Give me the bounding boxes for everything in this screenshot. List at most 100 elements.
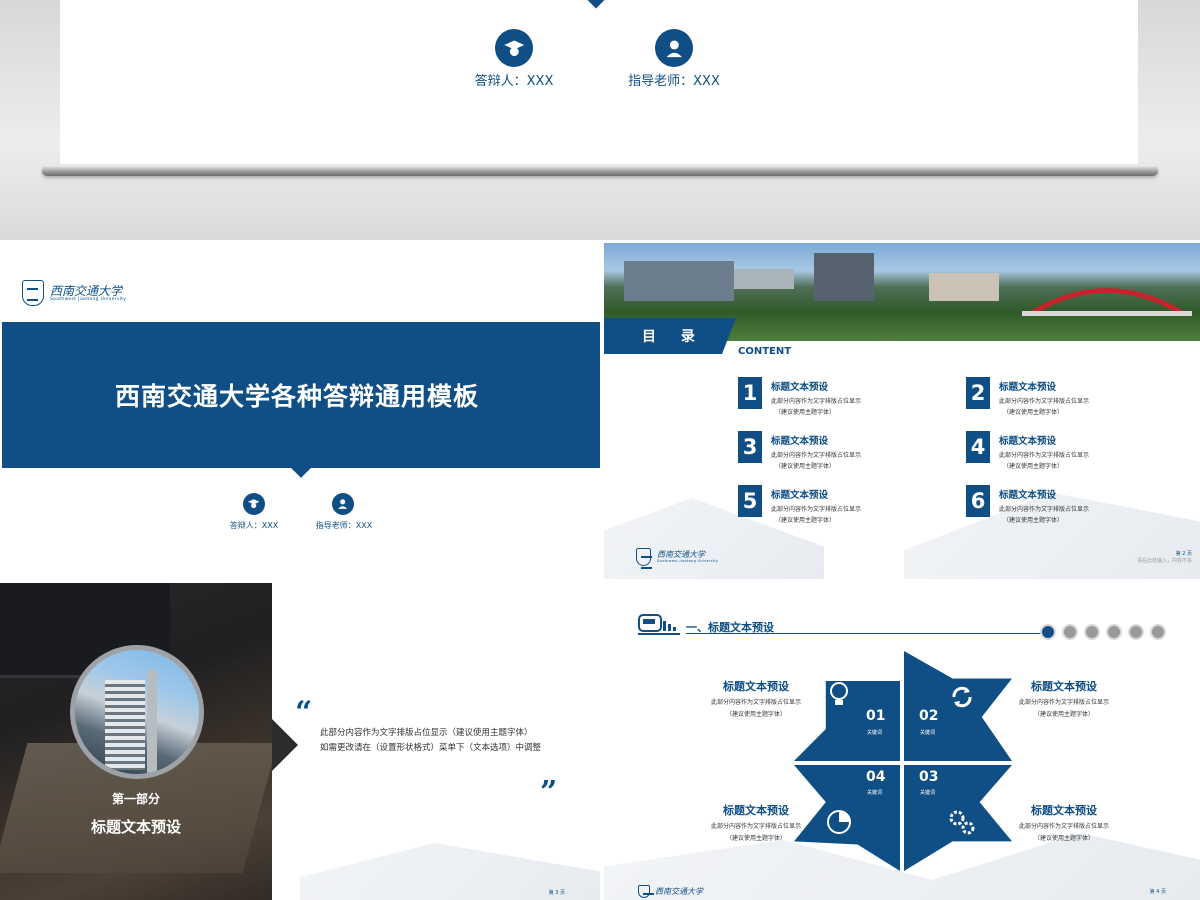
- slide-contents-thumbnail[interactable]: 目 录 CONTENT 1 标题文本预设 此部分内容作为文字排版占位显示 （建议…: [604, 243, 1200, 579]
- toc-desc-2: （建议使用主题字体）: [775, 463, 836, 470]
- toc-number: 3: [738, 431, 762, 463]
- logo-name: 西南交通大学: [50, 283, 123, 298]
- logo-name: 西南交通大学: [657, 550, 705, 559]
- toc-number: 6: [966, 485, 990, 517]
- content-subtitle: CONTENT: [738, 346, 792, 357]
- gears-icon: [949, 810, 975, 835]
- close-quote-icon: ”: [540, 775, 558, 810]
- university-logo: 西南交通大学 Southwest Jiaotong University: [22, 280, 126, 306]
- toc-item[interactable]: 6 标题文本预设 此部分内容作为文字排版占位显示 （建议使用主题字体）: [966, 485, 1089, 524]
- page-number: 第 2 页: [1175, 551, 1192, 557]
- block-keyword: 关键词: [867, 790, 883, 796]
- side-title: 标题文本预设: [1031, 680, 1097, 693]
- side-desc-2: （建议使用主题字体）: [1033, 711, 1094, 718]
- toc-desc: 此部分内容作为文字排版占位显示: [771, 506, 862, 513]
- toc-title: 标题文本预设: [771, 490, 829, 501]
- shelf-bar: [42, 165, 1158, 176]
- tab-edge: [722, 318, 736, 354]
- logo-subtitle: Southwest Jiaotong University: [657, 559, 719, 563]
- building-photo: [70, 645, 204, 779]
- block-number: 04: [866, 769, 886, 785]
- toc-item[interactable]: 5 标题文本预设 此部分内容作为文字排版占位显示 （建议使用主题字体）: [738, 485, 861, 524]
- cover-title: 西南交通大学各种答辩通用模板: [114, 382, 479, 411]
- block-number: 03: [919, 769, 939, 785]
- refresh-icon: [952, 686, 972, 708]
- toc-item[interactable]: 4 标题文本预设 此部分内容作为文字排版占位显示 （建议使用主题字体）: [966, 431, 1089, 470]
- toc-number: 1: [738, 377, 762, 409]
- progress-dot[interactable]: [1062, 624, 1078, 640]
- block-number: 02: [919, 708, 939, 724]
- footer-logo: 西南交通大学 Southwest Jiaotong University: [636, 548, 719, 569]
- page-number: 第 3 页: [548, 890, 565, 896]
- footer-logo: 西南交通大学: [638, 885, 703, 900]
- section-body-line: 此部分内容作为文字排版占位显示（建议使用主题字体）: [320, 728, 533, 738]
- side-desc-2: （建议使用主题字体）: [725, 711, 786, 718]
- logo-name: 西南交通大学: [655, 886, 703, 896]
- toc-title: 标题文本预设: [999, 490, 1057, 501]
- toc-desc: 此部分内容作为文字排版占位显示: [771, 452, 862, 459]
- side-desc: 此部分内容作为文字排版占位显示: [1018, 699, 1109, 706]
- page-indicator: 第 2 页 请在此处输入，内容不多: [1137, 550, 1192, 564]
- toc-item[interactable]: 2 标题文本预设 此部分内容作为文字排版占位显示 （建议使用主题字体）: [966, 377, 1089, 416]
- toc-item[interactable]: 1 标题文本预设 此部分内容作为文字排版占位显示 （建议使用主题字体）: [738, 377, 861, 416]
- toc-desc-2: （建议使用主题字体）: [1003, 463, 1064, 470]
- slide-cover-thumbnail[interactable]: 西南交通大学 Southwest Jiaotong University 西南交…: [0, 241, 600, 579]
- teacher-icon: [655, 29, 693, 67]
- top-banner: 答辩人：XXX 指导老师：XXX: [0, 0, 1200, 240]
- page-note: 请在此处输入，内容不多: [1136, 558, 1192, 564]
- contents-tab: 目 录: [604, 318, 722, 354]
- block-keyword: 关键词: [920, 790, 936, 796]
- side-desc-2: （建议使用主题字体）: [1033, 835, 1094, 842]
- block-keyword: 关键词: [920, 730, 936, 736]
- toc-number: 2: [966, 377, 990, 409]
- block-number: 01: [866, 708, 886, 724]
- title-band: 西南交通大学各种答辩通用模板: [2, 322, 600, 468]
- section-part-label: 第一部分: [111, 792, 160, 806]
- side-title: 标题文本预设: [1031, 804, 1097, 817]
- crest-icon: [636, 548, 652, 569]
- progress-dot[interactable]: [1128, 624, 1144, 640]
- toc-desc: 此部分内容作为文字排版占位显示: [999, 398, 1090, 405]
- section-body: 此部分内容作为文字排版占位显示（建议使用主题字体） 如需更改请在（设置形状格式）…: [320, 726, 541, 756]
- crest-icon: [638, 885, 654, 900]
- progress-dot[interactable]: [1150, 624, 1166, 640]
- side-desc: 此部分内容作为文字排版占位显示: [1018, 823, 1109, 830]
- page-number: 第 4 页: [1149, 889, 1166, 895]
- side-desc: 此部分内容作为文字排版占位显示: [710, 699, 801, 706]
- section-body-line: 如需更改请在（设置形状格式）菜单下（文本选项）中调整: [320, 743, 542, 753]
- header-rule: [686, 633, 1042, 634]
- toc-item[interactable]: 3 标题文本预设 此部分内容作为文字排版占位显示 （建议使用主题字体）: [738, 431, 861, 470]
- top-slide-card: [60, 0, 1138, 164]
- toc-number: 4: [966, 431, 990, 463]
- side-desc-2: （建议使用主题字体）: [725, 835, 786, 842]
- toc-title: 标题文本预设: [771, 436, 829, 447]
- toc-title: 标题文本预设: [999, 436, 1057, 447]
- toc-desc: 此部分内容作为文字排版占位显示: [771, 398, 862, 405]
- graduate-icon: [495, 29, 533, 67]
- progress-dot-active[interactable]: [1040, 624, 1056, 640]
- top-presenter-label: 答辩人：XXX: [474, 74, 554, 89]
- train-icon: [638, 614, 680, 635]
- toc-desc: 此部分内容作为文字排版占位显示: [999, 506, 1090, 513]
- cover-advisor: 指导老师：XXX: [315, 521, 373, 530]
- toc-desc-2: （建议使用主题字体）: [1003, 409, 1064, 416]
- slide-keywords-thumbnail[interactable]: 一、标题文本预设 01 关键词 02 关键词 04 关键词 03 关键词 标题文…: [604, 583, 1200, 900]
- side-title: 标题文本预设: [723, 804, 789, 817]
- teacher-icon: [332, 493, 354, 515]
- toc-desc: 此部分内容作为文字排版占位显示: [999, 452, 1090, 459]
- section-title: 标题文本预设: [90, 818, 181, 836]
- graduate-icon: [243, 493, 265, 515]
- block-keyword: 关键词: [867, 730, 883, 736]
- toc-title: 标题文本预设: [771, 382, 829, 393]
- toc-number: 5: [738, 485, 762, 517]
- progress-dot[interactable]: [1106, 624, 1122, 640]
- slide-section-thumbnail[interactable]: 第一部分 标题文本预设 “ 此部分内容作为文字排版占位显示（建议使用主题字体） …: [0, 583, 600, 900]
- side-desc: 此部分内容作为文字排版占位显示: [710, 823, 801, 830]
- toc-title: 标题文本预设: [999, 382, 1057, 393]
- logo-subtitle: Southwest Jiaotong University: [50, 296, 127, 302]
- side-title: 标题文本预设: [723, 680, 789, 693]
- cover-presenter: 答辩人：XXX: [229, 521, 279, 530]
- bridge-illustration: [1022, 288, 1192, 316]
- progress-dot[interactable]: [1084, 624, 1100, 640]
- toc-desc-2: （建议使用主题字体）: [775, 409, 836, 416]
